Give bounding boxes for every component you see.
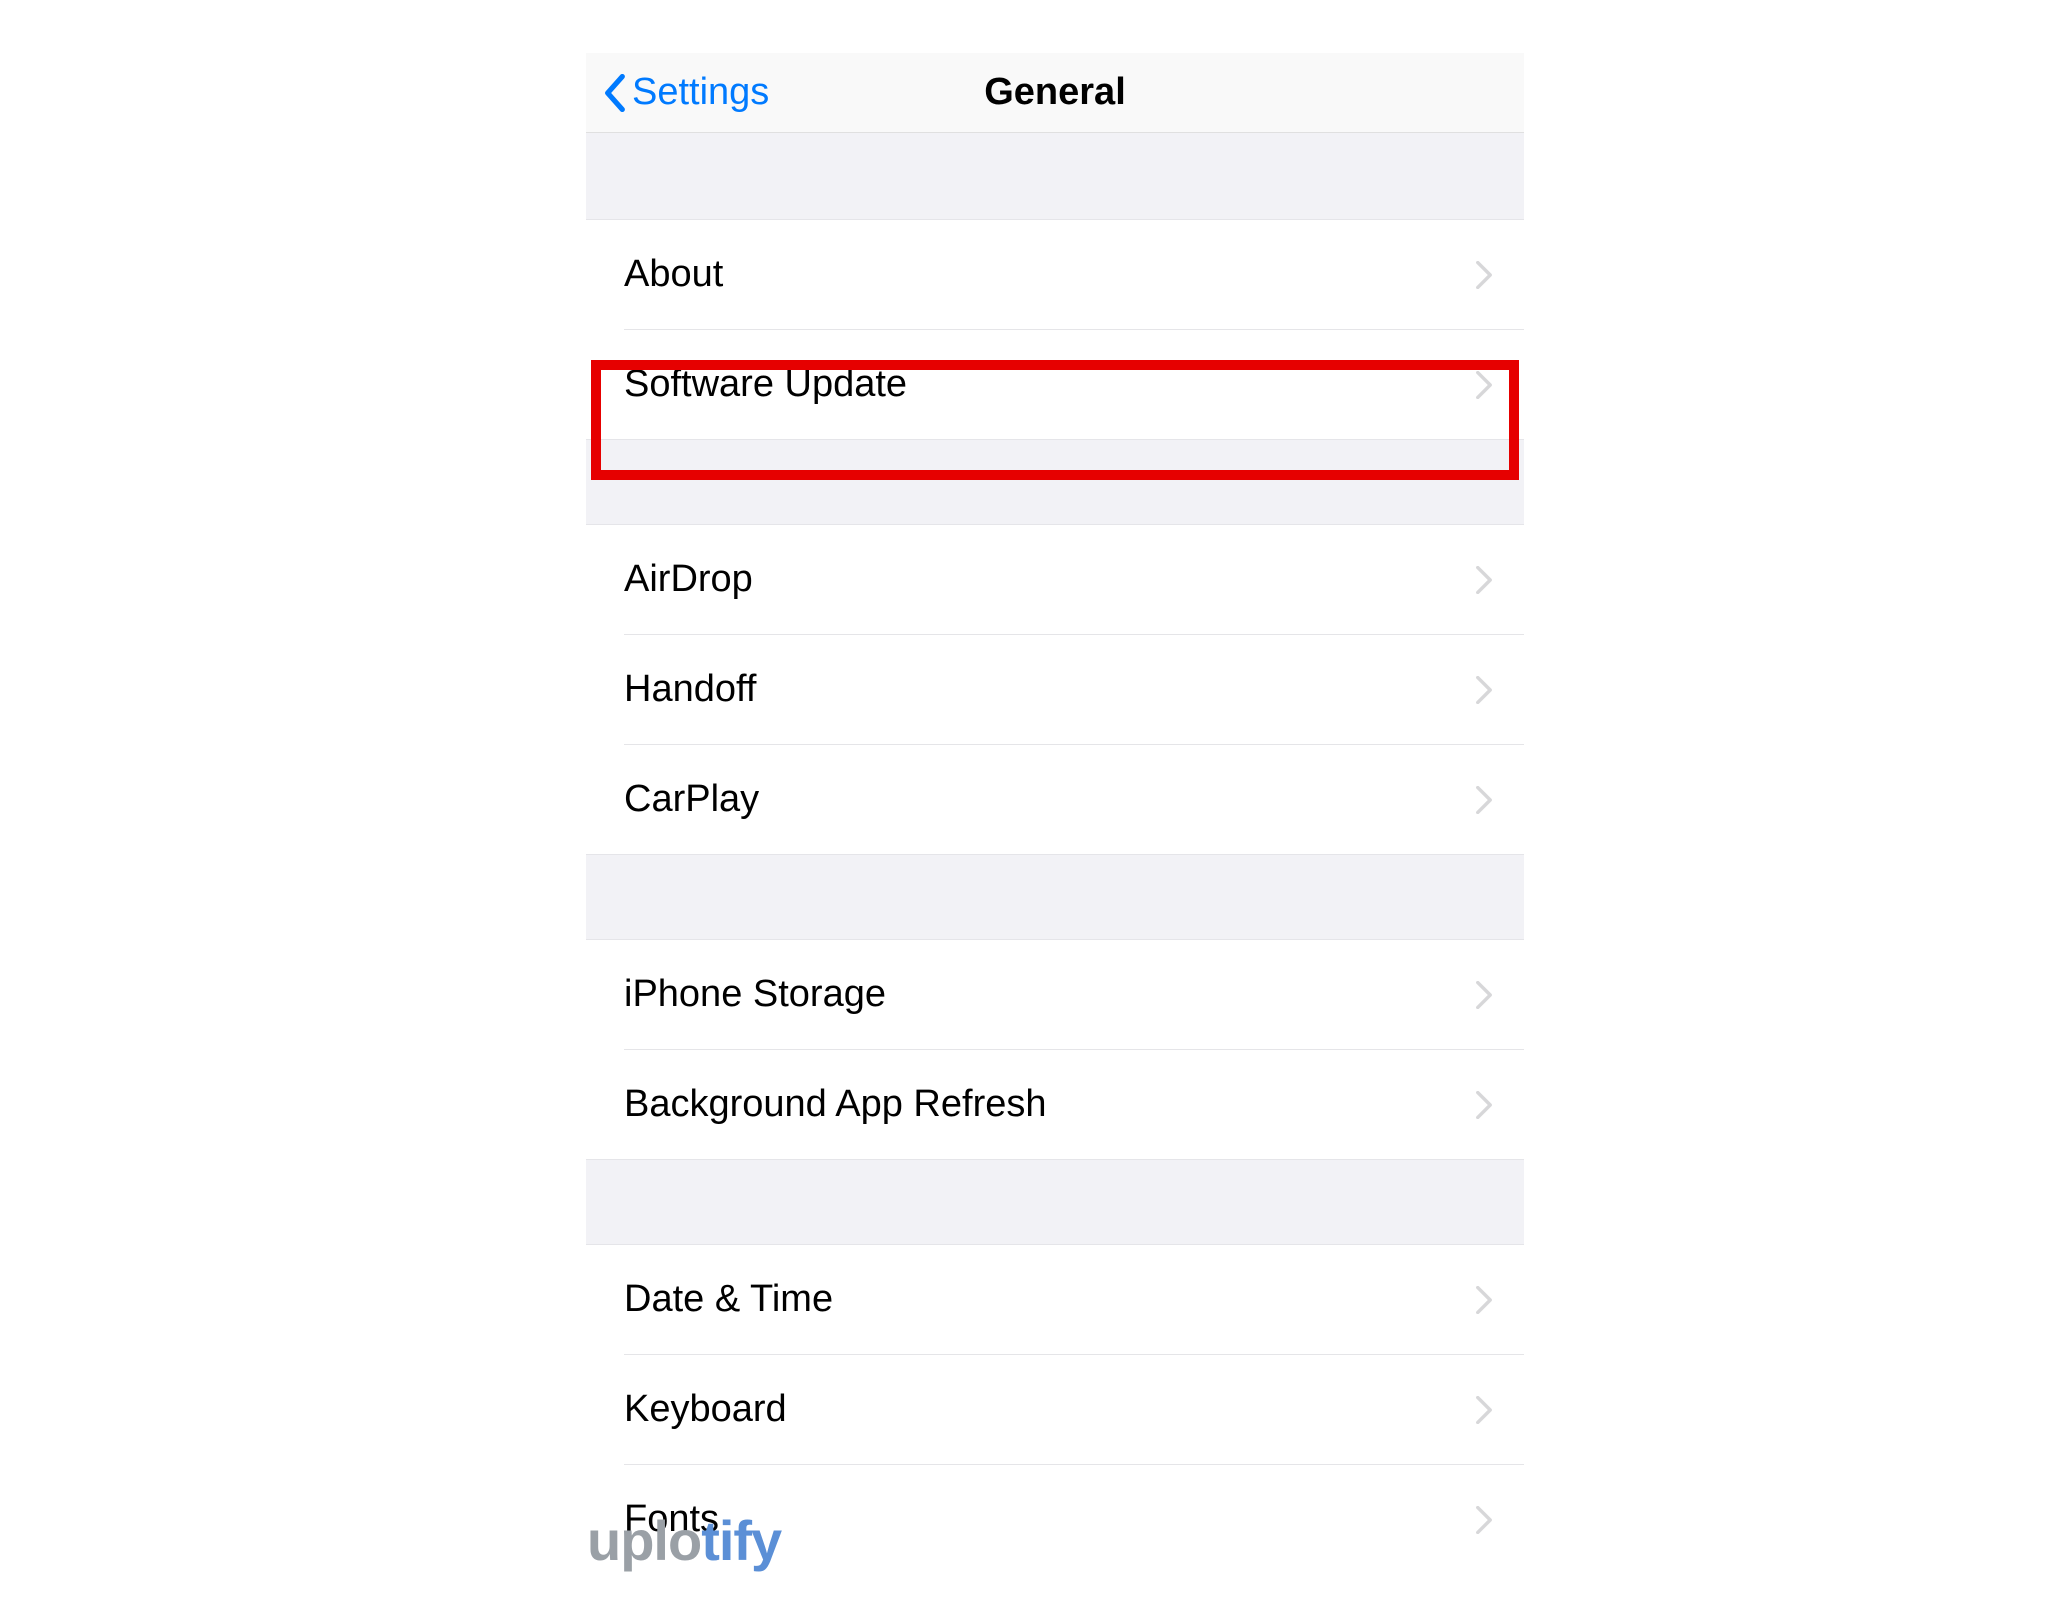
section-gap <box>586 133 1524 219</box>
row-keyboard[interactable]: Keyboard <box>586 1355 1524 1464</box>
row-label: Handoff <box>624 668 1476 711</box>
section-storage: iPhone Storage Background App Refresh <box>586 939 1524 1160</box>
row-label: About <box>624 253 1476 296</box>
chevron-right-icon <box>1476 676 1492 704</box>
row-date-time[interactable]: Date & Time <box>586 1245 1524 1354</box>
row-iphone-storage[interactable]: iPhone Storage <box>586 940 1524 1049</box>
chevron-left-icon <box>604 74 626 112</box>
row-label: AirDrop <box>624 558 1476 601</box>
row-software-update[interactable]: Software Update <box>586 330 1524 439</box>
row-background-app-refresh[interactable]: Background App Refresh <box>586 1050 1524 1159</box>
row-label: Keyboard <box>624 1388 1476 1431</box>
section-gap <box>586 855 1524 939</box>
section-system: Date & Time Keyboard Fonts <box>586 1244 1524 1574</box>
chevron-right-icon <box>1476 566 1492 594</box>
chevron-right-icon <box>1476 786 1492 814</box>
row-label: iPhone Storage <box>624 973 1476 1016</box>
row-fonts[interactable]: Fonts <box>586 1465 1524 1574</box>
chevron-right-icon <box>1476 1091 1492 1119</box>
section-info: About Software Update <box>586 219 1524 440</box>
chevron-right-icon <box>1476 371 1492 399</box>
row-about[interactable]: About <box>586 220 1524 329</box>
chevron-right-icon <box>1476 1396 1492 1424</box>
chevron-right-icon <box>1476 1506 1492 1534</box>
row-label: Background App Refresh <box>624 1083 1476 1126</box>
row-label: Fonts <box>624 1498 1476 1541</box>
nav-bar: Settings General <box>586 53 1524 133</box>
row-airdrop[interactable]: AirDrop <box>586 525 1524 634</box>
row-label: CarPlay <box>624 778 1476 821</box>
section-gap <box>586 1160 1524 1244</box>
chevron-right-icon <box>1476 981 1492 1009</box>
back-button[interactable]: Settings <box>586 71 769 114</box>
back-label: Settings <box>632 71 769 114</box>
row-label: Software Update <box>624 363 1476 406</box>
section-connectivity: AirDrop Handoff CarPlay <box>586 524 1524 855</box>
row-label: Date & Time <box>624 1278 1476 1321</box>
row-handoff[interactable]: Handoff <box>586 635 1524 744</box>
row-carplay[interactable]: CarPlay <box>586 745 1524 854</box>
section-gap <box>586 440 1524 524</box>
chevron-right-icon <box>1476 1286 1492 1314</box>
settings-general-screen: Settings General About Software Update A… <box>586 53 1524 1574</box>
chevron-right-icon <box>1476 261 1492 289</box>
